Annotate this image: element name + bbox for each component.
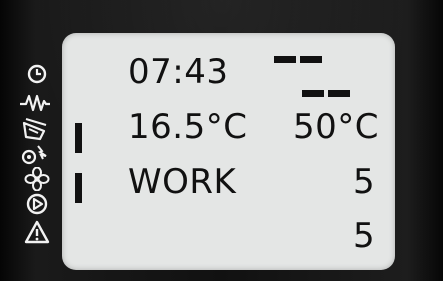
controller-panel: 07:43 16.5°C 50°C WORK 5 5 bbox=[0, 0, 443, 281]
clock-time: 07:43 bbox=[128, 52, 229, 92]
setpoint-temperature: 50°C bbox=[293, 107, 380, 147]
clock-icon bbox=[16, 62, 52, 86]
fan-icon bbox=[16, 167, 52, 191]
lcd-screen: 07:43 16.5°C 50°C WORK 5 5 bbox=[62, 33, 395, 270]
status-icon-strip bbox=[16, 62, 52, 272]
segment-dash-1 bbox=[274, 56, 296, 63]
segment-dash-4 bbox=[328, 90, 350, 97]
secondary-value: 5 bbox=[353, 216, 376, 256]
level-bar-upper bbox=[75, 123, 82, 153]
play-icon bbox=[16, 192, 52, 216]
mode-value: 5 bbox=[353, 162, 376, 202]
segment-dash-3 bbox=[302, 90, 324, 97]
fuel-icon bbox=[16, 117, 52, 141]
segment-dash-2 bbox=[300, 56, 322, 63]
room-temperature: 16.5°C bbox=[128, 107, 248, 147]
heartbeat-icon bbox=[16, 90, 52, 114]
operating-mode: WORK bbox=[128, 162, 237, 202]
warning-icon bbox=[16, 220, 52, 244]
flame-fan-icon bbox=[16, 142, 52, 166]
level-bar-lower bbox=[75, 173, 82, 203]
